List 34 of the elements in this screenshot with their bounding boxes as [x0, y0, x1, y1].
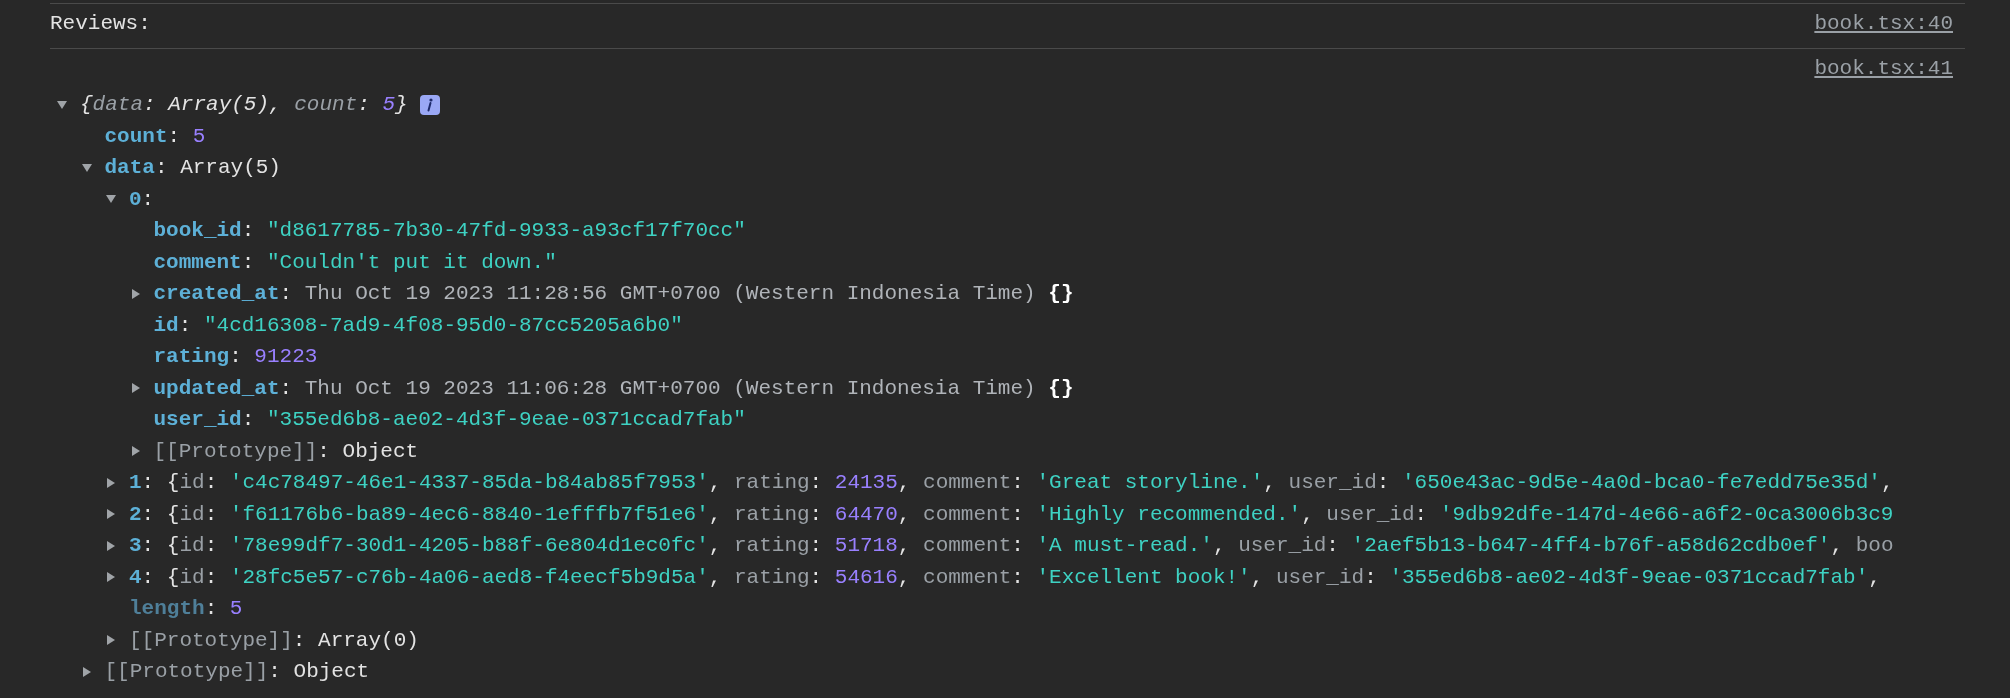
object-property: [[Prototype]]: Object: [104, 659, 370, 685]
object-property: rating: 91223: [153, 344, 318, 370]
expand-triangle-icon[interactable]: [105, 508, 117, 521]
object-property: 3: {id: '78e99df7-30d1-4205-b88f-6e804d1ec0fc', rating: 51718, comment: 'A must-read.', user_id: '2aef5b13-b647-4ff4-b76f-a58d62cdb0ef', boo: [129, 533, 1894, 559]
expand-triangle-icon[interactable]: [129, 287, 142, 300]
object-property: comment: "Couldn't put it down.": [153, 249, 557, 276]
log-message: Reviews:: [50, 11, 151, 38]
object-preview: {data: Array(5), count: 5}: [80, 92, 408, 118]
object-property: id: "4cd16308-7ad9-4f08-95d0-87cc5205a6b0": [153, 312, 683, 339]
expand-triangle-icon[interactable]: [105, 634, 117, 647]
expand-triangle-icon[interactable]: [56, 98, 68, 111]
object-property: created_at: Thu Oct 19 2023 11:28:56 GMT+0700 (Western Indonesia Time) {}: [153, 281, 1074, 307]
expand-triangle-icon[interactable]: [80, 665, 93, 678]
expand-triangle-icon[interactable]: [105, 476, 117, 489]
expand-triangle-icon[interactable]: [80, 161, 93, 174]
expand-triangle-icon[interactable]: [129, 382, 142, 395]
object-property: updated_at: Thu Oct 19 2023 11:06:28 GMT+0700 (Western Indonesia Time) {}: [153, 375, 1074, 402]
object-property: data: Array(5): [104, 155, 281, 181]
object-property: 0:: [129, 186, 155, 213]
object-property: length: 5: [129, 596, 243, 622]
info-icon[interactable]: [419, 94, 440, 115]
expand-triangle-icon[interactable]: [129, 445, 142, 458]
object-property: 1: {id: 'c4c78497-46e1-4337-85da-b84ab85f7953', rating: 24135, comment: 'Great storyline.', user_id: '650e43ac-9d5e-4a0d-bca0-fe7edd75e35d',: [129, 470, 1894, 496]
object-property: 4: {id: '28fc5e57-c76b-4a06-aed8-f4eecf5b9d5a', rating: 54616, comment: 'Excellent book!', user_id: '355ed6b8-ae02-4d3f-9eae-0371ccad7fab',: [129, 564, 1881, 591]
object-property: 2: {id: 'f61176b6-ba89-4ec6-8840-1efffb7f51e6', rating: 64470, comment: 'Highly recommended.', user_id: '9db92dfe-147d-4e66-a6f2-0ca3006b3c9: [129, 501, 1894, 528]
object-property: user_id: "355ed6b8-ae02-4d3f-9eae-0371ccad7fab": [153, 407, 746, 433]
source-link[interactable]: book.tsx:41: [1814, 53, 1953, 85]
object-property: [[Prototype]]: Array(0): [129, 627, 419, 654]
object-property: [[Prototype]]: Object: [153, 438, 419, 465]
expand-triangle-icon[interactable]: [105, 539, 117, 552]
object-property: count: 5: [104, 123, 206, 150]
object-property: book_id: "d8617785-7b30-47fd-9933-a93cf17f70cc": [153, 218, 746, 244]
source-link[interactable]: book.tsx:40: [1814, 8, 1953, 40]
expand-triangle-icon[interactable]: [105, 571, 117, 584]
